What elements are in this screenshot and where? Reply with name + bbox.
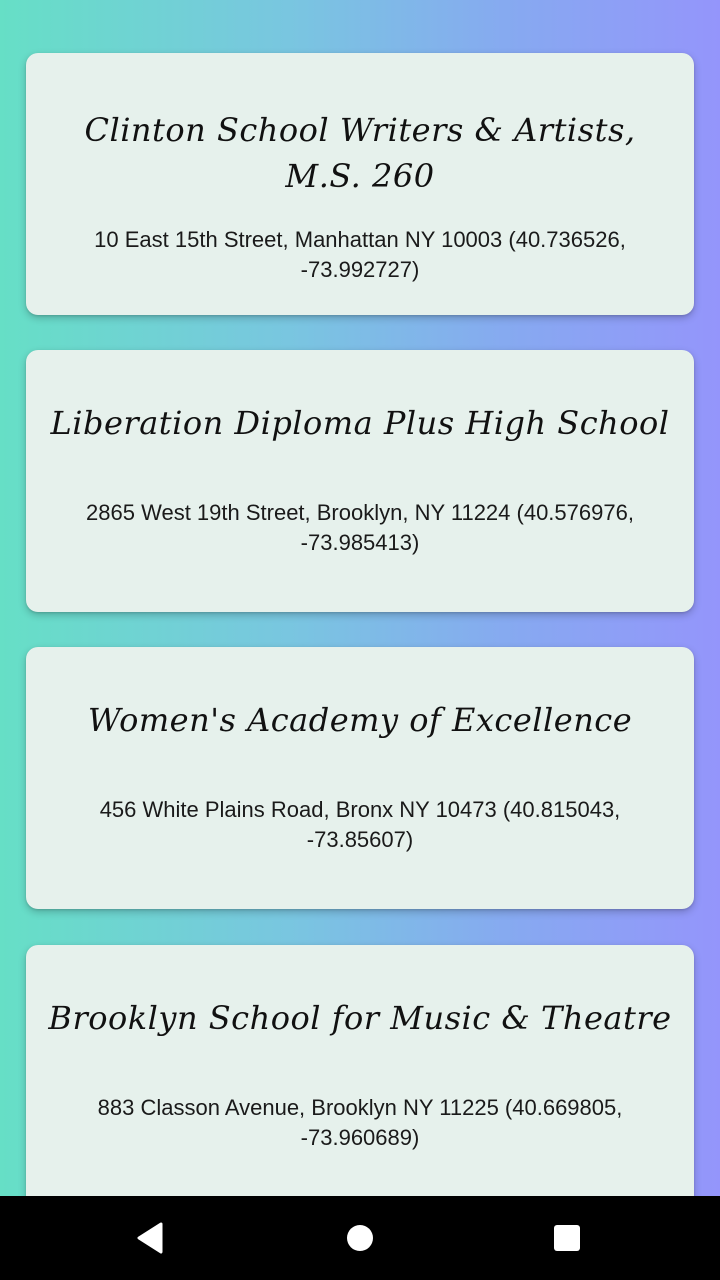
back-triangle-icon	[137, 1222, 163, 1254]
home-circle-icon	[347, 1225, 373, 1251]
school-address: 2865 West 19th Street, Brooklyn, NY 1122…	[86, 500, 634, 555]
school-address: 456 White Plains Road, Bronx NY 10473 (4…	[99, 797, 621, 852]
school-list-screen: Clinton School Writers & Artists, M.S. 2…	[0, 0, 720, 1196]
school-card[interactable]: Women's Academy of Excellence 456 White …	[26, 647, 694, 909]
school-address: 883 Classon Avenue, Brooklyn NY 11225 (4…	[97, 1095, 623, 1150]
recents-square-icon	[554, 1225, 580, 1251]
school-card[interactable]: Clinton School Writers & Artists, M.S. 2…	[26, 53, 694, 315]
school-name: Brooklyn School for Music & Theatre	[48, 999, 672, 1037]
school-card[interactable]: Brooklyn School for Music & Theatre 883 …	[26, 945, 694, 1196]
back-button[interactable]	[122, 1210, 178, 1266]
school-name: Clinton School Writers & Artists, M.S. 2…	[84, 111, 636, 195]
system-navigation-bar	[0, 1196, 720, 1280]
school-name: Liberation Diploma Plus High School	[50, 404, 670, 442]
home-button[interactable]	[332, 1210, 388, 1266]
school-name: Women's Academy of Excellence	[87, 701, 633, 739]
school-address: 10 East 15th Street, Manhattan NY 10003 …	[94, 227, 626, 282]
school-card[interactable]: Liberation Diploma Plus High School 2865…	[26, 350, 694, 612]
recents-button[interactable]	[539, 1210, 595, 1266]
